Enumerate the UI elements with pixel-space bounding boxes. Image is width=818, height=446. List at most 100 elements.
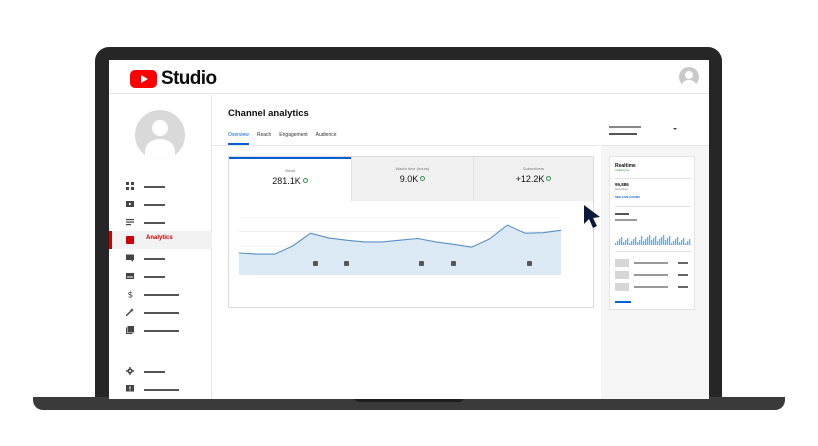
realtime-bar xyxy=(623,242,625,245)
metric-value: 9.0K xyxy=(352,174,473,184)
dashboard-icon xyxy=(126,182,134,190)
video-thumbnail[interactable] xyxy=(615,283,629,291)
sidebar-item-placeholder xyxy=(144,222,165,224)
check-circle-icon xyxy=(302,178,308,183)
sidebar-item-monetization[interactable]: $ xyxy=(109,285,212,303)
event-marker-icon[interactable] xyxy=(527,261,532,266)
sidebar-item-settings[interactable] xyxy=(109,362,212,380)
realtime-bar xyxy=(669,236,671,245)
sidebar-item-feedback[interactable] xyxy=(109,380,212,398)
realtime-bar xyxy=(661,237,663,245)
audio-library-icon xyxy=(126,326,134,334)
metric-value: +12.2K xyxy=(474,174,593,184)
sidebar-item-placeholder xyxy=(144,204,165,206)
subtitles-icon xyxy=(126,273,134,279)
check-circle-icon xyxy=(420,176,426,181)
comments-icon xyxy=(126,254,134,262)
see-live-count-link[interactable]: SEE LIVE COUNT xyxy=(615,195,640,199)
date-range-dropdown[interactable] xyxy=(609,122,683,140)
event-marker-icon[interactable] xyxy=(313,261,318,266)
metric-tab-subscribers[interactable]: Subscribers +12.2K xyxy=(473,157,593,201)
realtime-bar xyxy=(619,239,621,245)
realtime-bar xyxy=(637,242,639,245)
realtime-bar xyxy=(683,238,685,245)
youtube-play-icon xyxy=(130,70,157,88)
top-bar: Studio xyxy=(109,60,709,94)
channel-avatar[interactable] xyxy=(135,110,185,160)
views-line-chart xyxy=(239,217,561,275)
sidebar-item-placeholder xyxy=(144,389,179,391)
studio-logo[interactable]: Studio xyxy=(130,68,217,90)
realtime-bar xyxy=(641,236,643,245)
metric-label: Watch time (hours) xyxy=(395,166,430,171)
event-marker-icon[interactable] xyxy=(451,261,456,266)
sidebar-item-placeholder xyxy=(144,294,179,296)
video-thumbnail[interactable] xyxy=(615,271,629,279)
realtime-bar xyxy=(621,237,623,245)
divider xyxy=(615,178,691,179)
tab-engagement[interactable]: Engagement xyxy=(279,132,307,145)
analytics-icon xyxy=(126,236,134,244)
video-count-placeholder xyxy=(678,274,688,276)
tab-reach[interactable]: Reach xyxy=(257,132,271,145)
sidebar-item-playlists[interactable] xyxy=(109,213,212,231)
event-marker-icon[interactable] xyxy=(419,261,424,266)
metric-value-text: +12.2K xyxy=(515,174,545,184)
realtime-bar xyxy=(665,240,667,245)
chart-area xyxy=(239,225,561,275)
realtime-bar xyxy=(663,235,665,245)
settings-icon xyxy=(126,367,134,375)
realtime-bar xyxy=(675,239,677,245)
realtime-bar xyxy=(639,240,641,245)
sidebar-item-audio-library[interactable] xyxy=(109,321,212,339)
video-thumbnail[interactable] xyxy=(615,259,629,267)
sidebar-item-placeholder xyxy=(144,330,179,332)
content-icon xyxy=(126,201,134,207)
realtime-bar xyxy=(615,243,617,245)
monetization-icon: $ xyxy=(128,291,134,299)
tab-overview[interactable]: Overview xyxy=(228,132,249,145)
video-count-placeholder xyxy=(678,262,688,264)
metric-value-text: 9.0K xyxy=(399,174,419,184)
realtime-bar xyxy=(617,241,619,245)
divider xyxy=(213,145,598,146)
realtime-bar xyxy=(657,241,659,245)
sidebar-item-comments[interactable] xyxy=(109,249,212,267)
realtime-bar xyxy=(643,241,645,245)
tab-audience[interactable]: Audience xyxy=(316,132,337,145)
realtime-placeholder xyxy=(615,213,629,215)
sidebar-item-analytics[interactable]: Analytics xyxy=(109,231,212,249)
sidebar-item-placeholder xyxy=(144,276,165,278)
metric-tab-views[interactable]: Views 281.1K xyxy=(229,157,351,201)
laptop-illustration: Studio Analytics $ Channel analytics Ove… xyxy=(0,0,818,446)
divider xyxy=(615,206,691,207)
realtime-bar xyxy=(687,241,689,245)
feedback-icon xyxy=(126,385,134,392)
video-count-placeholder xyxy=(678,286,688,288)
customization-icon xyxy=(126,308,134,316)
realtime-bar xyxy=(633,239,635,245)
realtime-bar xyxy=(679,242,681,245)
metric-value-text: 281.1K xyxy=(272,176,301,186)
realtime-bar xyxy=(625,240,627,245)
realtime-bar xyxy=(627,238,629,245)
metric-label: Subscribers xyxy=(522,166,545,171)
video-title-placeholder xyxy=(634,262,668,264)
realtime-bar xyxy=(667,238,669,245)
event-marker-icon[interactable] xyxy=(344,261,349,266)
mouse-cursor-icon xyxy=(584,205,600,228)
studio-screen: Studio Analytics $ Channel analytics Ove… xyxy=(109,60,709,399)
sidebar-item-content[interactable] xyxy=(109,195,212,213)
see-more-link[interactable] xyxy=(615,301,631,303)
realtime-status: Updating live xyxy=(615,169,630,172)
sidebar-item-dashboard[interactable] xyxy=(109,177,212,195)
realtime-bar xyxy=(631,241,633,245)
account-avatar-icon[interactable] xyxy=(679,67,699,87)
metric-tab-watch-time[interactable]: Watch time (hours) 9.0K xyxy=(351,157,473,201)
sidebar-item-subtitles[interactable] xyxy=(109,267,212,285)
sidebar-item-customization[interactable] xyxy=(109,303,212,321)
sidebar: Analytics $ xyxy=(109,95,212,399)
realtime-bar xyxy=(659,239,661,245)
realtime-bar xyxy=(653,238,655,245)
sidebar-item-placeholder xyxy=(144,371,165,373)
